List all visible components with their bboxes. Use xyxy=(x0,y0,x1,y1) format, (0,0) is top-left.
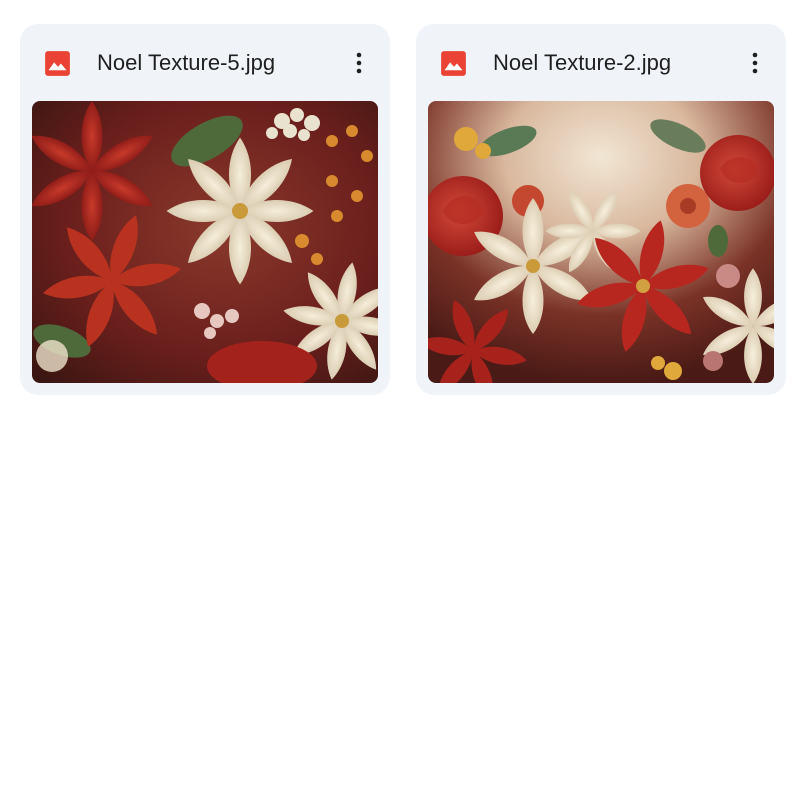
file-name[interactable]: Noel Texture-5.jpg xyxy=(97,49,275,77)
floral-thumbnail-image xyxy=(428,101,774,383)
image-file-icon xyxy=(441,51,466,76)
file-name[interactable]: Noel Texture-2.jpg xyxy=(493,49,671,77)
image-file-icon xyxy=(45,51,70,76)
more-vert-icon xyxy=(752,52,758,74)
file-card[interactable]: Noel Texture-2.jpg xyxy=(416,24,786,395)
more-options-button[interactable] xyxy=(344,44,374,82)
file-thumbnail[interactable] xyxy=(428,101,774,383)
file-thumbnail[interactable] xyxy=(32,101,378,383)
file-card-header: Noel Texture-5.jpg xyxy=(20,24,390,100)
more-vert-icon xyxy=(356,52,362,74)
file-card[interactable]: Noel Texture-5.jpg xyxy=(20,24,390,395)
floral-thumbnail-image xyxy=(32,101,378,383)
file-card-header: Noel Texture-2.jpg xyxy=(416,24,786,100)
more-options-button[interactable] xyxy=(740,44,770,82)
file-grid: Noel Texture-5.jpg Noel Texture-2.jpg xyxy=(20,24,786,395)
